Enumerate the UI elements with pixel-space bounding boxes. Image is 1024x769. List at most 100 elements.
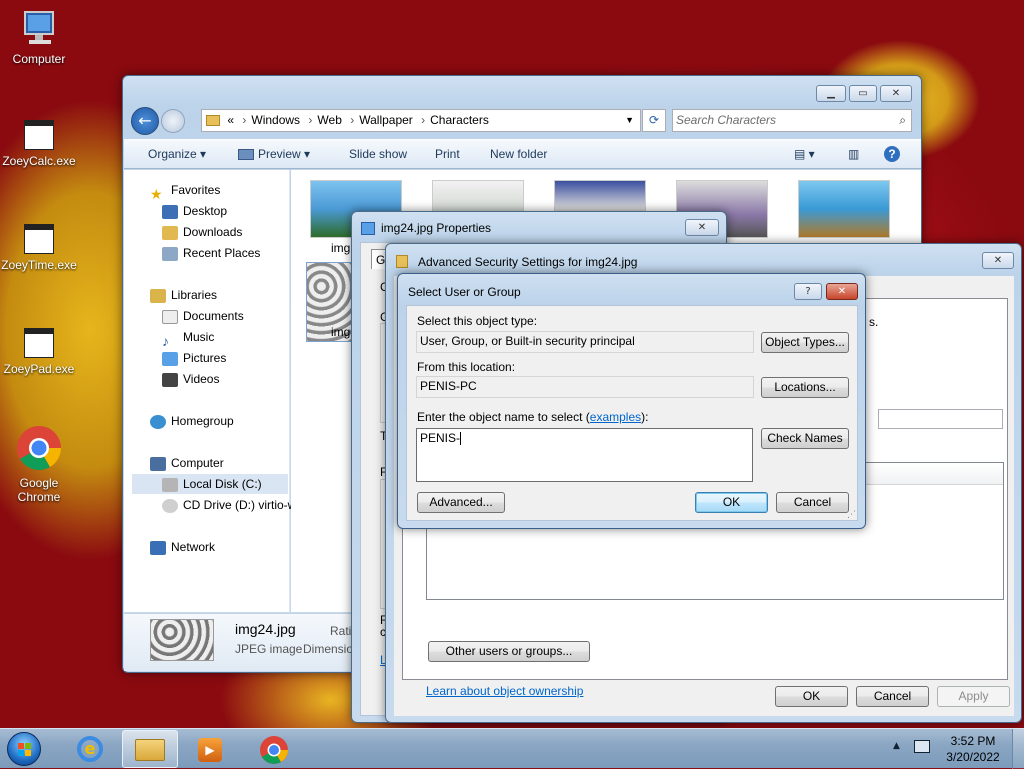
nav-local-disk[interactable]: Local Disk (C:) bbox=[132, 474, 288, 494]
libraries-icon bbox=[150, 288, 166, 303]
breadcrumb-windows[interactable]: Windows bbox=[251, 113, 300, 127]
minimize-button[interactable]: ▁ bbox=[816, 85, 846, 102]
refresh-button[interactable]: ⟳ bbox=[642, 109, 666, 132]
breadcrumb-web[interactable]: Web bbox=[317, 113, 341, 127]
resize-grip-icon[interactable]: ⋰ bbox=[847, 510, 856, 520]
preview-menu[interactable]: Preview ▾ bbox=[238, 140, 310, 168]
close-button[interactable]: ✕ bbox=[685, 219, 719, 236]
dialog-title: Select User or Group bbox=[408, 285, 521, 299]
examples-link[interactable]: examples bbox=[590, 410, 641, 424]
print-button[interactable]: Print bbox=[435, 140, 460, 168]
app-icon bbox=[24, 224, 54, 254]
desktop-icon-zoeytime[interactable]: ZoeyTime.exe bbox=[0, 224, 78, 272]
taskbar-explorer[interactable] bbox=[122, 730, 178, 768]
search-icon: ⌕ bbox=[899, 113, 906, 127]
app-icon bbox=[24, 328, 54, 358]
maximize-button[interactable]: ▭ bbox=[849, 85, 877, 102]
address-dropdown-icon[interactable]: ▼ bbox=[625, 110, 634, 131]
nav-libraries[interactable]: Libraries bbox=[150, 285, 217, 305]
taskbar-ie[interactable]: e bbox=[62, 730, 118, 768]
internet-explorer-icon: e bbox=[77, 736, 103, 762]
nav-music[interactable]: ♪ Music bbox=[162, 327, 214, 349]
nav-pictures[interactable]: Pictures bbox=[162, 348, 226, 368]
close-button[interactable]: ✕ bbox=[826, 283, 858, 300]
nav-desktop[interactable]: Desktop bbox=[162, 201, 227, 221]
desktop-icon-label: ZoeyTime.exe bbox=[1, 258, 77, 272]
slideshow-button[interactable]: Slide show bbox=[349, 140, 407, 168]
nav-cd-drive[interactable]: CD Drive (D:) virtio-w bbox=[162, 495, 296, 515]
cancel-button[interactable]: Cancel bbox=[856, 686, 929, 707]
object-type-field: User, Group, or Built-in security princi… bbox=[416, 331, 754, 353]
breadcrumb-characters[interactable]: Characters bbox=[430, 113, 489, 127]
advanced-button[interactable]: Advanced... bbox=[417, 492, 505, 513]
recent-places-icon bbox=[162, 246, 178, 261]
search-input[interactable]: Search Characters ⌕ bbox=[672, 109, 912, 132]
cancel-button[interactable]: Cancel bbox=[776, 492, 849, 513]
computer-icon bbox=[19, 8, 59, 48]
close-button[interactable]: ✕ bbox=[982, 252, 1014, 269]
nav-recent-places[interactable]: Recent Places bbox=[162, 243, 260, 263]
network-status-icon[interactable] bbox=[914, 740, 930, 753]
navigation-pane: ★ Favorites Desktop Downloads Recent Plac… bbox=[124, 170, 296, 612]
nav-favorites[interactable]: ★ Favorites bbox=[150, 180, 220, 202]
thumbnail-5[interactable] bbox=[798, 180, 890, 238]
ok-button[interactable]: OK bbox=[775, 686, 848, 707]
nav-computer[interactable]: Computer bbox=[150, 453, 224, 473]
address-bar[interactable]: « › Windows › Web › Wallpaper › Characters ▼ bbox=[201, 109, 641, 132]
help-icon[interactable]: ? bbox=[884, 140, 900, 168]
thumbnail-label: img bbox=[331, 325, 351, 339]
clock[interactable]: 3:52 PM 3/20/2022 bbox=[938, 733, 1008, 765]
nav-documents[interactable]: Documents bbox=[162, 306, 244, 326]
desktop-icon-zoeypad[interactable]: ZoeyPad.exe bbox=[0, 328, 78, 376]
organize-menu[interactable]: Organize ▾ bbox=[148, 140, 206, 168]
ok-button[interactable]: OK bbox=[695, 492, 768, 513]
back-button[interactable]: ← bbox=[131, 107, 159, 135]
owner-field bbox=[878, 409, 1003, 429]
desktop-icon-chrome[interactable]: Google Chrome bbox=[0, 424, 78, 504]
taskbar: e ▶ ▲ 3:52 PM 3/20/2022 bbox=[0, 728, 1024, 769]
window-title: img24.jpg Properties bbox=[381, 221, 492, 235]
object-name-input[interactable]: PENIS- bbox=[416, 428, 753, 482]
nav-downloads[interactable]: Downloads bbox=[162, 222, 242, 242]
taskbar-chrome[interactable] bbox=[246, 730, 302, 768]
desktop-icon bbox=[162, 204, 178, 219]
locations-button[interactable]: Locations... bbox=[761, 377, 849, 398]
desktop-icon-computer[interactable]: Computer bbox=[0, 8, 78, 66]
star-icon: ★ bbox=[150, 185, 163, 202]
show-desktop-button[interactable] bbox=[1012, 729, 1024, 769]
new-folder-button[interactable]: New folder bbox=[490, 140, 547, 168]
desktop-icon-zoeycalc[interactable]: ZoeyCalc.exe bbox=[0, 120, 78, 168]
other-users-button[interactable]: Other users or groups... bbox=[428, 641, 590, 662]
change-view-icon[interactable]: ▤ ▾ bbox=[794, 140, 815, 168]
breadcrumb-overflow[interactable]: « bbox=[227, 113, 234, 127]
pictures-icon bbox=[162, 351, 178, 366]
chrome-icon bbox=[259, 735, 289, 765]
start-button[interactable] bbox=[4, 730, 44, 768]
select-user-dialog: Select User or Group ? ✕ Select this obj… bbox=[397, 273, 866, 529]
check-names-button[interactable]: Check Names bbox=[761, 428, 849, 449]
close-button[interactable]: ✕ bbox=[880, 85, 912, 102]
desktop-icon-label: Computer bbox=[12, 52, 66, 66]
image-icon bbox=[361, 222, 375, 235]
nav-homegroup[interactable]: Homegroup bbox=[150, 411, 234, 431]
documents-icon bbox=[162, 309, 178, 324]
desktop-icon-label: ZoeyCalc.exe bbox=[2, 154, 76, 168]
show-hidden-icons[interactable]: ▲ bbox=[893, 741, 900, 751]
object-types-button[interactable]: Object Types... bbox=[761, 332, 849, 353]
preview-pane-icon[interactable]: ▥ bbox=[848, 140, 859, 168]
app-icon bbox=[24, 120, 54, 150]
learn-ownership-link[interactable]: Learn about object ownership bbox=[426, 684, 583, 698]
nav-network[interactable]: Network bbox=[150, 537, 215, 557]
thumbnail-label: img bbox=[331, 241, 351, 255]
taskbar-media-player[interactable]: ▶ bbox=[182, 730, 238, 768]
desktop-icon-label: ZoeyPad.exe bbox=[3, 362, 75, 376]
help-button[interactable]: ? bbox=[794, 283, 822, 300]
forward-button[interactable] bbox=[161, 109, 185, 133]
location-label: From this location: bbox=[417, 360, 516, 374]
nav-videos[interactable]: Videos bbox=[162, 369, 219, 389]
clock-date: 3/20/2022 bbox=[946, 750, 1000, 764]
breadcrumb-wallpaper[interactable]: Wallpaper bbox=[359, 113, 413, 127]
details-dimensions-label: Dimensio bbox=[303, 642, 354, 656]
details-filetype: JPEG image bbox=[235, 642, 303, 656]
clock-time: 3:52 PM bbox=[950, 734, 996, 748]
